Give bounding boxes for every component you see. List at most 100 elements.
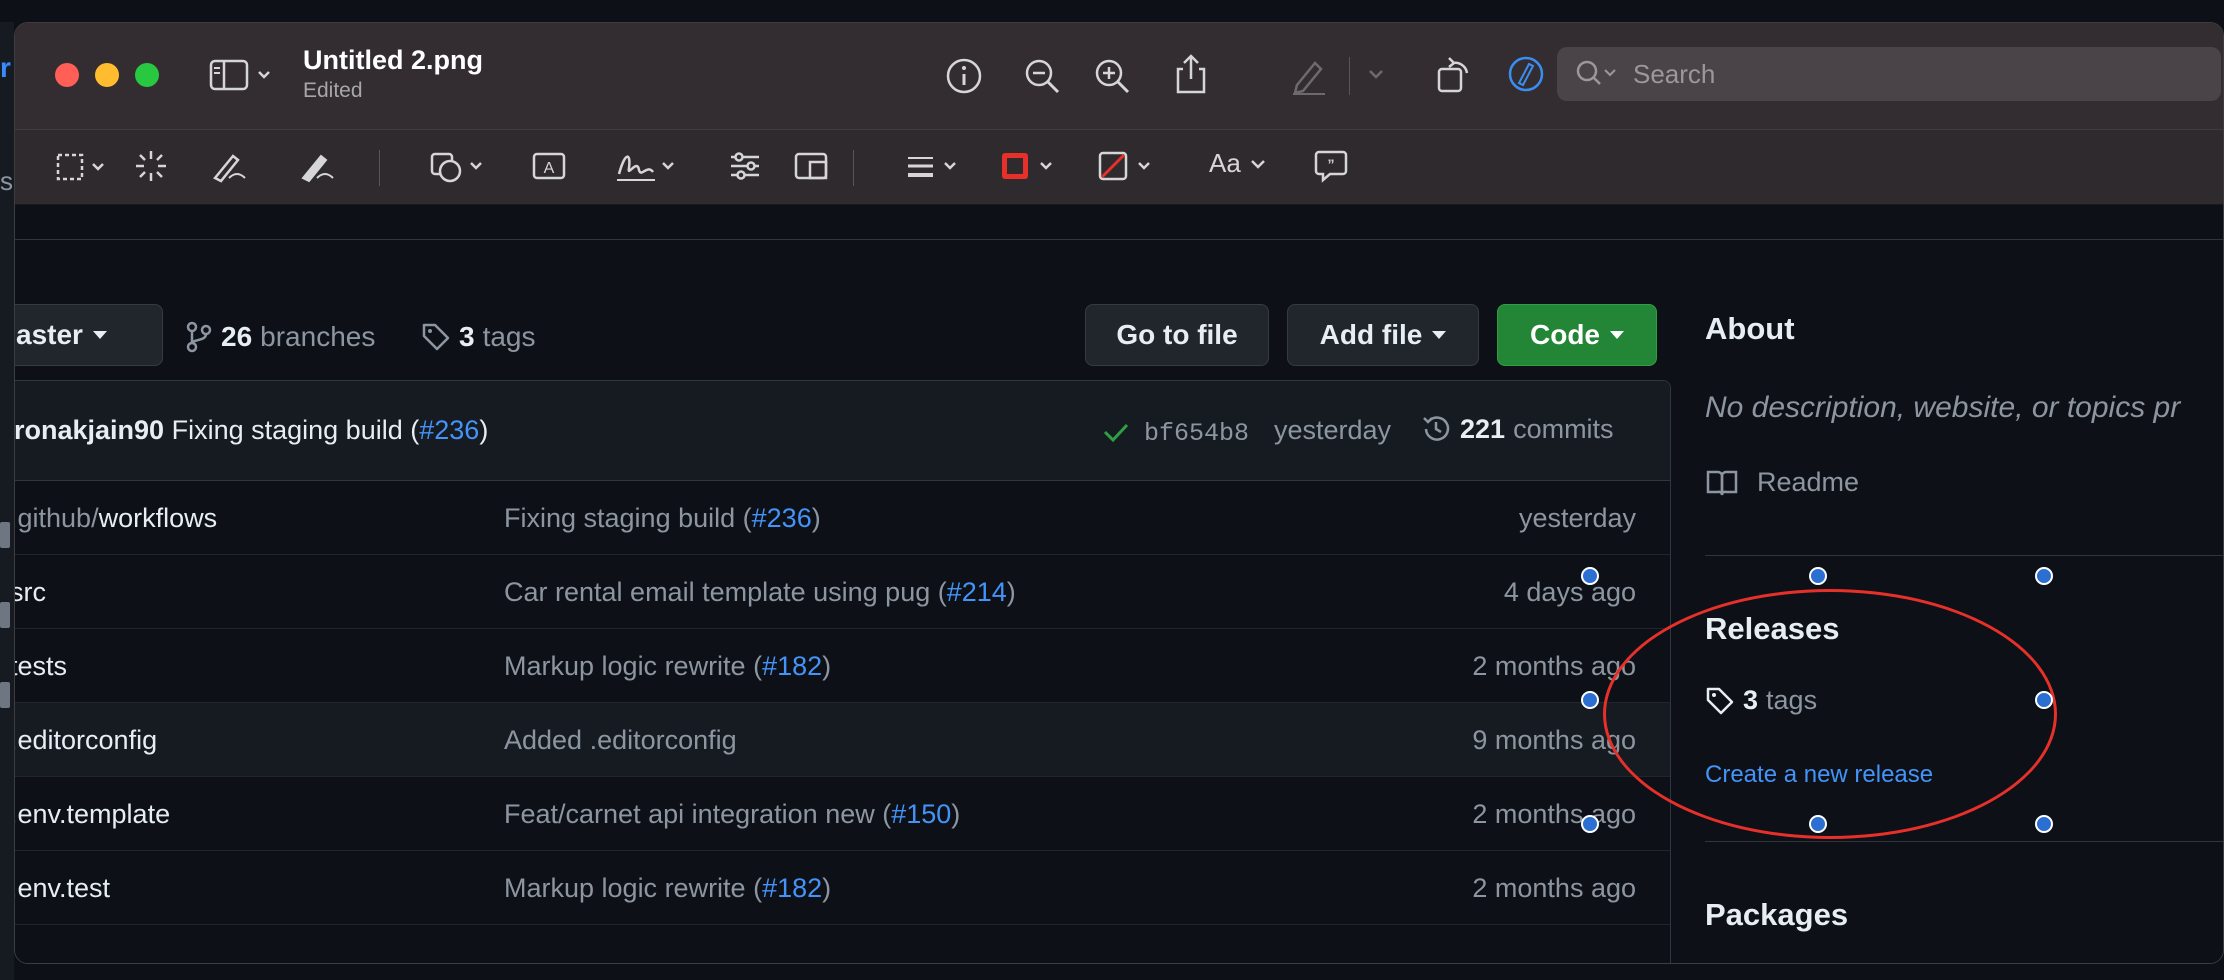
resize-handle[interactable] (1809, 567, 1827, 585)
draw-tool-button[interactable] (299, 148, 335, 184)
file-commit-message[interactable]: Markup logic rewrite (#182) (504, 873, 831, 904)
document-status: Edited (303, 79, 363, 102)
resize-handle[interactable] (1581, 815, 1599, 833)
branches-link[interactable]: 26 branches (185, 321, 375, 353)
annotate-button[interactable]: ” (1313, 148, 1349, 184)
add-file-button[interactable]: Add file (1287, 304, 1479, 366)
file-name: src (15, 577, 46, 607)
adjust-color-button[interactable] (727, 148, 763, 184)
commit-text: Markup logic rewrite ( (504, 873, 763, 903)
commits-history-link[interactable]: 221 commits (1420, 413, 1614, 445)
file-row[interactable]: src Car rental email template using pug … (15, 555, 1670, 629)
search-input[interactable] (1633, 58, 2153, 90)
file-name: tests (15, 651, 68, 681)
readme-link[interactable]: Readme (1705, 467, 1859, 498)
zoom-in-button[interactable] (1093, 57, 1131, 95)
file-name-link[interactable]: .editorconfig (15, 725, 157, 756)
toolbar-separator (379, 150, 380, 186)
selection-tool-button[interactable] (55, 150, 111, 184)
info-button[interactable] (945, 57, 983, 95)
file-row[interactable]: .env.test Markup logic rewrite (#182) 2 … (15, 851, 1670, 925)
commit-text-close: ) (822, 651, 832, 681)
zoom-window-button[interactable] (135, 63, 159, 87)
file-name-link[interactable]: .env.test (15, 873, 110, 904)
branch-selector-button[interactable]: aster (15, 304, 163, 366)
file-age: 4 days ago (1503, 577, 1636, 607)
markup-options-dropdown[interactable] (1367, 67, 1385, 81)
go-to-file-button[interactable]: Go to file (1085, 304, 1269, 366)
code-button[interactable]: Code (1497, 304, 1657, 366)
tags-link[interactable]: 3 tags (421, 321, 536, 353)
resize-handle[interactable] (1581, 567, 1599, 585)
commit-hash-link[interactable]: bf654b8 (1144, 419, 1249, 448)
about-description: No description, website, or topics pr (1705, 391, 2181, 424)
file-name-link[interactable]: tests (15, 651, 67, 682)
shapes-icon (430, 152, 482, 183)
file-name-link[interactable]: src (15, 577, 46, 608)
pr-link[interactable]: #182 (762, 873, 822, 903)
draw-icon (301, 154, 334, 183)
file-commit-message[interactable]: Car rental email template using pug (#21… (504, 577, 1016, 608)
commit-text-close: ) (811, 503, 821, 533)
about-heading: About (1705, 311, 1795, 346)
file-commit-message[interactable]: Fixing staging build (#236) (504, 503, 821, 534)
markup-pen-button[interactable] (1291, 57, 1327, 95)
fill-color-button[interactable] (1097, 148, 1159, 184)
commit-author[interactable]: ronakjain90 (15, 415, 164, 445)
search-field[interactable] (1557, 47, 2221, 101)
file-row[interactable]: tests Markup logic rewrite (#182) 2 mont… (15, 629, 1670, 703)
red-ellipse-annotation[interactable] (1603, 589, 2057, 839)
latest-commit-bar: ronakjain90 Fixing staging build (#236) … (15, 381, 1670, 481)
shape-style-button[interactable] (905, 148, 963, 184)
sign-button[interactable] (615, 148, 681, 184)
pr-link[interactable]: #150 (891, 799, 951, 829)
zoom-out-button[interactable] (1023, 57, 1061, 95)
file-commit-message[interactable]: Markup logic rewrite (#182) (504, 651, 831, 682)
text-box-button[interactable]: A (531, 150, 567, 182)
latest-commit-summary: ronakjain90 Fixing staging build (#236) (15, 415, 488, 446)
minimize-window-button[interactable] (95, 63, 119, 87)
pr-link[interactable]: #236 (752, 503, 812, 533)
background-file-icon (0, 602, 10, 628)
pr-link[interactable]: #214 (947, 577, 1007, 607)
sketch-tool-button[interactable] (211, 148, 247, 184)
rotate-button[interactable] (1435, 53, 1473, 95)
instant-alpha-button[interactable] (133, 148, 169, 184)
close-window-button[interactable] (55, 63, 79, 87)
markup-toolbar: A Aa ” (15, 129, 2223, 205)
file-commit-message[interactable]: Feat/carnet api integration new (#150) (504, 799, 960, 830)
text-style-button[interactable]: Aa (1209, 148, 1267, 179)
commit-message[interactable]: Fixing staging build ( (172, 415, 420, 445)
pr-link[interactable]: #182 (762, 651, 822, 681)
adjust-size-icon (794, 152, 828, 180)
screenshot-content: aster 26 branches 3 tags Go to file Add … (15, 205, 2223, 963)
resize-handle[interactable] (1581, 691, 1599, 709)
commit-pr-link[interactable]: #236 (419, 415, 479, 445)
shape-style-icon (908, 157, 956, 177)
file-row[interactable]: .editorconfig Added .editorconfig 9 mont… (15, 703, 1670, 777)
resize-handle[interactable] (2035, 567, 2053, 585)
background-window-edge: r s (0, 22, 14, 980)
caret-down-icon (1610, 331, 1624, 339)
file-name-link[interactable]: .github/workflows (15, 503, 217, 534)
shapes-button[interactable] (429, 148, 489, 184)
packages-heading[interactable]: Packages (1705, 897, 1848, 933)
file-name-link[interactable]: .env.template (15, 799, 170, 830)
file-name: workflows (98, 503, 218, 533)
divider (15, 239, 2223, 240)
rotate-icon (1437, 57, 1469, 93)
border-color-button[interactable] (999, 148, 1061, 184)
sidebar-toggle-button[interactable] (209, 57, 279, 93)
commit-text: Added .editorconfig (504, 725, 737, 755)
markup-toggle-button[interactable] (1507, 55, 1545, 93)
share-button[interactable] (1173, 53, 1209, 95)
resize-handle[interactable] (1809, 815, 1827, 833)
resize-handle[interactable] (2035, 815, 2053, 833)
divider (1705, 841, 2223, 842)
adjust-size-button[interactable] (793, 148, 829, 184)
file-row[interactable]: .env.template Feat/carnet api integratio… (15, 777, 1670, 851)
resize-handle[interactable] (2035, 691, 2053, 709)
go-to-file-label: Go to file (1116, 319, 1238, 350)
file-row[interactable]: .github/workflows Fixing staging build (… (15, 481, 1670, 555)
file-commit-message[interactable]: Added .editorconfig (504, 725, 737, 756)
